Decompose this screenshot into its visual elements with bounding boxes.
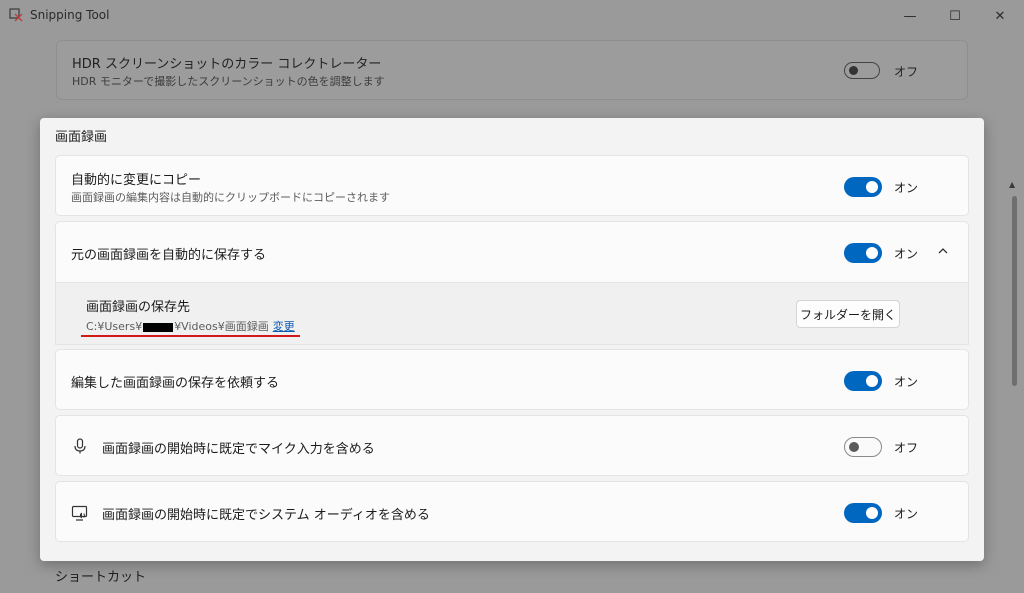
- save-location-title: 画面録画の保存先: [86, 300, 191, 315]
- auto-copy-desc: 画面録画の編集内容は自動的にクリップボードにコピーされます: [71, 191, 390, 204]
- title-bar: Snipping Tool — ☐ ✕: [0, 0, 1024, 32]
- chevron-up-icon[interactable]: [936, 244, 950, 258]
- include-system-audio-state: オン: [894, 507, 919, 521]
- scrollbar-thumb[interactable]: [1012, 196, 1017, 386]
- auto-save-toggle[interactable]: [844, 243, 882, 263]
- auto-copy-state: オン: [894, 181, 919, 195]
- auto-save-title: 元の画面録画を自動的に保存する: [71, 248, 267, 263]
- redacted-username: [143, 322, 174, 332]
- hdr-card-desc: HDR モニターで撮影したスクリーンショットの色を調整します: [72, 75, 385, 88]
- minimize-button[interactable]: —: [895, 4, 925, 28]
- annotation-red-underline: [81, 335, 300, 337]
- auto-save-state: オン: [894, 247, 919, 261]
- auto-save-original-card[interactable]: 元の画面録画を自動的に保存する オン: [55, 221, 969, 283]
- hdr-color-corrector-card: HDR スクリーンショットのカラー コレクトレーター HDR モニターで撮影した…: [56, 40, 968, 100]
- auto-copy-changes-card: 自動的に変更にコピー 画面録画の編集内容は自動的にクリップボードにコピーされます…: [55, 155, 969, 216]
- hdr-toggle-state: オフ: [894, 65, 919, 79]
- hdr-card-title: HDR スクリーンショットのカラー コレクトレーター: [72, 57, 382, 72]
- path-suffix: ¥Videos¥画面録画: [174, 320, 269, 333]
- include-mic-toggle[interactable]: [844, 437, 882, 457]
- change-location-link[interactable]: 変更: [273, 320, 295, 333]
- scroll-up-arrow-icon[interactable]: ▲: [1009, 180, 1015, 189]
- system-audio-icon: [71, 505, 88, 521]
- save-location-subcard: 画面録画の保存先 C:¥Users¥ ¥Videos¥画面録画 変更 フォルダーを開…: [55, 283, 969, 345]
- auto-copy-toggle[interactable]: [844, 177, 882, 197]
- include-mic-title: 画面録画の開始時に既定でマイク入力を含める: [102, 442, 375, 457]
- ask-save-edited-title: 編集した画面録画の保存を依頼する: [71, 376, 280, 391]
- ask-save-edited-state: オン: [894, 375, 919, 389]
- ask-save-edited-card: 編集した画面録画の保存を依頼する オン: [55, 349, 969, 410]
- window-title: Snipping Tool: [30, 8, 110, 22]
- ask-save-edited-toggle[interactable]: [844, 371, 882, 391]
- auto-copy-title: 自動的に変更にコピー: [71, 173, 202, 188]
- snipping-tool-app-icon: [9, 8, 23, 22]
- path-prefix: C:¥Users¥: [86, 320, 143, 333]
- include-system-audio-card: 画面録画の開始時に既定でシステム オーディオを含める オン: [55, 481, 969, 542]
- maximize-button[interactable]: ☐: [940, 4, 970, 28]
- shortcut-section-title: ショートカット: [55, 570, 147, 585]
- open-folder-button[interactable]: フォルダーを開く: [796, 300, 900, 328]
- hdr-toggle[interactable]: [844, 62, 880, 79]
- microphone-icon: [74, 438, 86, 454]
- include-mic-state: オフ: [894, 441, 919, 455]
- include-system-audio-toggle[interactable]: [844, 503, 882, 523]
- screen-recording-panel: 画面録画 自動的に変更にコピー 画面録画の編集内容は自動的にクリップボードにコピ…: [40, 118, 984, 561]
- include-system-audio-title: 画面録画の開始時に既定でシステム オーディオを含める: [102, 508, 430, 523]
- section-title: 画面録画: [55, 130, 108, 145]
- include-mic-card: 画面録画の開始時に既定でマイク入力を含める オフ: [55, 415, 969, 476]
- close-button[interactable]: ✕: [985, 4, 1015, 28]
- save-location-path: C:¥Users¥ ¥Videos¥画面録画 変更: [86, 318, 295, 334]
